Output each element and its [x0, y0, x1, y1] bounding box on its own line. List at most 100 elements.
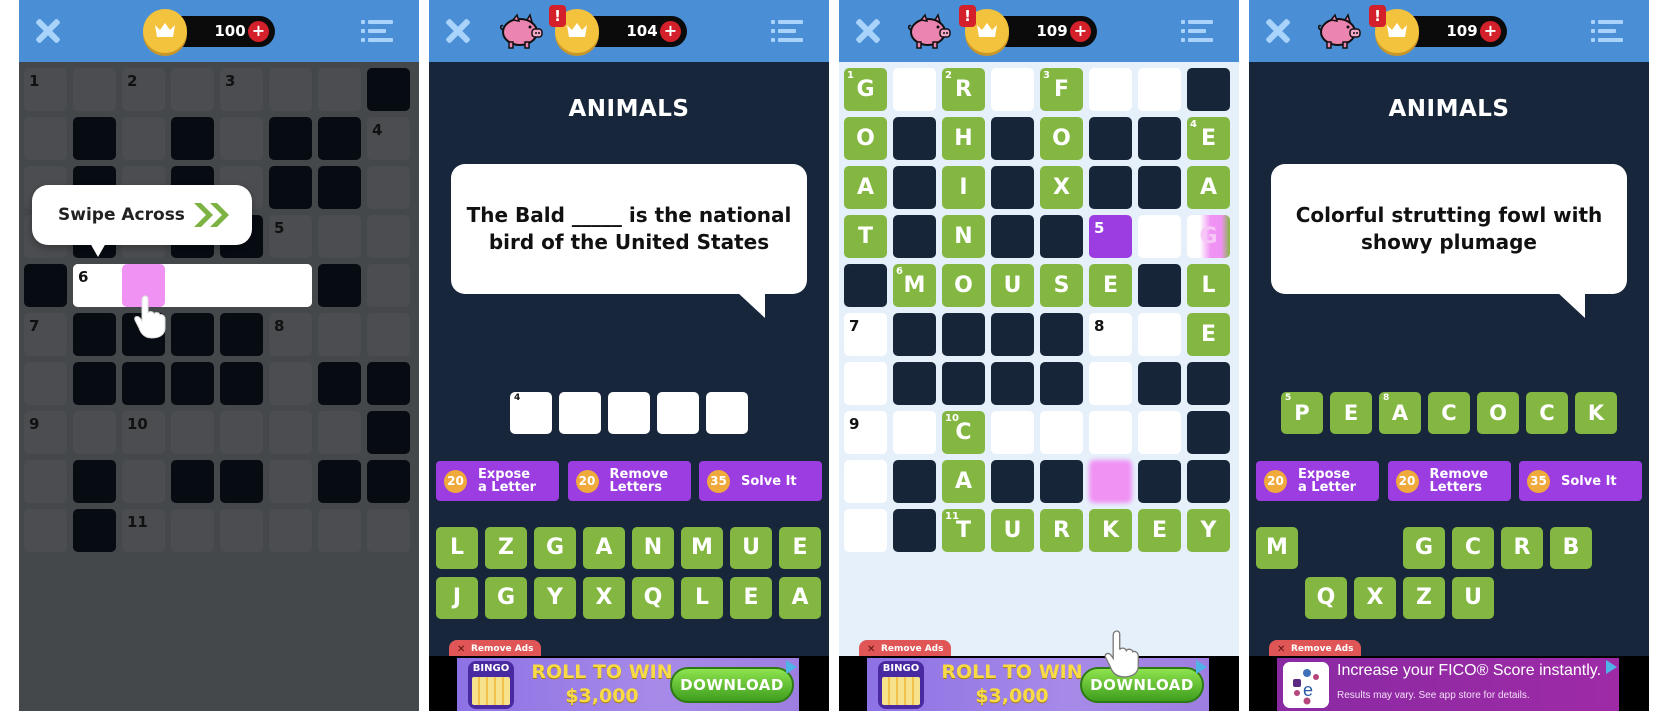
- grid-cell[interactable]: 7: [844, 313, 887, 356]
- menu-list-icon[interactable]: [1181, 20, 1213, 42]
- grid-cell[interactable]: [24, 509, 67, 552]
- grid-cell[interactable]: [269, 411, 312, 454]
- grid-cell[interactable]: [844, 460, 887, 503]
- crossword-grid[interactable]: 1 2 3 4 5 6 7 8 9 10 11: [24, 68, 416, 558]
- letter-tile[interactable]: L: [681, 577, 723, 619]
- grid-cell[interactable]: [269, 362, 312, 405]
- grid-cell[interactable]: 8: [269, 313, 312, 356]
- letter-tile[interactable]: G: [534, 527, 576, 569]
- grid-cell[interactable]: [367, 509, 410, 552]
- letter-tile[interactable]: C: [1452, 527, 1494, 569]
- grid-cell[interactable]: [367, 313, 410, 356]
- grid-cell[interactable]: [1089, 411, 1132, 454]
- grid-cell[interactable]: [24, 362, 67, 405]
- grid-cell-solved[interactable]: E: [1089, 264, 1132, 307]
- letter-tile[interactable]: Z: [1403, 577, 1445, 619]
- grid-cell[interactable]: [844, 362, 887, 405]
- grid-cell[interactable]: [122, 460, 165, 503]
- letter-tile[interactable]: G: [1403, 527, 1445, 569]
- grid-cell-solved[interactable]: F3: [1040, 68, 1083, 111]
- letter-tile[interactable]: Q: [632, 577, 674, 619]
- grid-cell-solved[interactable]: A: [942, 460, 985, 503]
- grid-cell-solved[interactable]: S: [1040, 264, 1083, 307]
- grid-cell[interactable]: 11: [122, 509, 165, 552]
- grid-cell[interactable]: 10: [122, 411, 165, 454]
- answer-box[interactable]: C: [1428, 392, 1470, 434]
- solve-it-button[interactable]: 35 Solve It: [699, 461, 822, 501]
- add-coins-button[interactable]: +: [248, 21, 269, 42]
- answer-box[interactable]: 8A: [1379, 392, 1421, 434]
- answer-box[interactable]: 5P: [1281, 392, 1323, 434]
- answer-box[interactable]: C: [1526, 392, 1568, 434]
- grid-cell[interactable]: [220, 509, 263, 552]
- menu-list-icon[interactable]: [361, 20, 393, 42]
- grid-cell[interactable]: [1138, 68, 1181, 111]
- add-coins-button[interactable]: +: [660, 21, 681, 42]
- grid-cell-solved[interactable]: U: [991, 264, 1034, 307]
- grid-cell[interactable]: [1138, 411, 1181, 454]
- grid-cell[interactable]: [122, 117, 165, 160]
- grid-cell[interactable]: [1089, 68, 1132, 111]
- grid-cell[interactable]: [318, 215, 361, 258]
- grid-cell[interactable]: [367, 166, 410, 209]
- close-button[interactable]: [443, 16, 473, 46]
- grid-cell[interactable]: [73, 68, 116, 111]
- grid-cell-solved[interactable]: O: [942, 264, 985, 307]
- adchoices-icon[interactable]: [786, 660, 797, 674]
- grid-cell-solved[interactable]: C 10: [942, 411, 985, 454]
- letter-tile[interactable]: B: [1550, 527, 1592, 569]
- grid-cell-solved[interactable]: L: [1187, 264, 1230, 307]
- grid-cell-solved[interactable]: I: [942, 166, 985, 209]
- letter-tile[interactable]: J: [436, 577, 478, 619]
- grid-cell[interactable]: 8: [1089, 313, 1132, 356]
- answer-boxes[interactable]: 5P E 8A C O C K: [1249, 392, 1649, 434]
- grid-cell-solved[interactable]: G1: [844, 68, 887, 111]
- answer-box[interactable]: E: [1330, 392, 1372, 434]
- letter-tile[interactable]: Z: [485, 527, 527, 569]
- adchoices-icon[interactable]: [1196, 660, 1207, 674]
- answer-box[interactable]: [559, 392, 601, 434]
- grid-cell[interactable]: [318, 68, 361, 111]
- grid-cell[interactable]: [1040, 411, 1083, 454]
- grid-cell-highlight[interactable]: [1089, 460, 1132, 503]
- menu-list-icon[interactable]: [771, 20, 803, 42]
- download-button[interactable]: DOWNLOAD: [670, 667, 794, 703]
- grid-cell[interactable]: [318, 509, 361, 552]
- piggy-bank-icon[interactable]: [499, 12, 545, 50]
- grid-cell-solved[interactable]: X: [1040, 166, 1083, 209]
- menu-list-icon[interactable]: [1591, 20, 1623, 42]
- solve-it-button[interactable]: 35 Solve It: [1519, 461, 1642, 501]
- grid-cell[interactable]: [893, 68, 936, 111]
- grid-cell[interactable]: [24, 460, 67, 503]
- grid-cell[interactable]: 1: [24, 68, 67, 111]
- remove-letters-button[interactable]: 20 Remove Letters: [1387, 461, 1511, 501]
- ad-banner[interactable]: BINGO ROLL TO WIN $3,000 DOWNLOAD: [457, 658, 799, 711]
- answer-boxes[interactable]: 4: [429, 392, 829, 434]
- grid-cell-solved[interactable]: A: [844, 166, 887, 209]
- expose-letter-button[interactable]: 20 Expose a Letter: [1256, 461, 1379, 501]
- adchoices-icon[interactable]: [1606, 660, 1617, 674]
- grid-cell[interactable]: [844, 509, 887, 552]
- grid-cell[interactable]: [367, 264, 410, 307]
- grid-cell-solved[interactable]: E: [1138, 509, 1181, 552]
- answer-box[interactable]: O: [1477, 392, 1519, 434]
- grid-cell[interactable]: 9: [24, 411, 67, 454]
- alert-badge[interactable]: !: [1369, 5, 1386, 27]
- grid-cell-solved[interactable]: T: [844, 215, 887, 258]
- grid-cell-selected[interactable]: [220, 264, 263, 307]
- grid-cell-selected[interactable]: 6: [73, 264, 116, 307]
- grid-cell[interactable]: [367, 215, 410, 258]
- grid-cell[interactable]: [73, 411, 116, 454]
- grid-cell[interactable]: 3: [220, 68, 263, 111]
- grid-cell-solved[interactable]: H: [942, 117, 985, 160]
- grid-cell[interactable]: [318, 411, 361, 454]
- letter-tile[interactable]: E: [779, 527, 821, 569]
- grid-cell-animating[interactable]: G: [1187, 215, 1230, 258]
- letter-tile[interactable]: A: [583, 527, 625, 569]
- grid-cell[interactable]: [24, 117, 67, 160]
- grid-cell-solved[interactable]: E: [1187, 313, 1230, 356]
- ad-banner[interactable]: BINGO ROLL TO WIN $3,000 DOWNLOAD: [867, 658, 1209, 711]
- grid-cell-solved[interactable]: K: [1089, 509, 1132, 552]
- grid-cell-solved[interactable]: R2: [942, 68, 985, 111]
- grid-cell[interactable]: [269, 509, 312, 552]
